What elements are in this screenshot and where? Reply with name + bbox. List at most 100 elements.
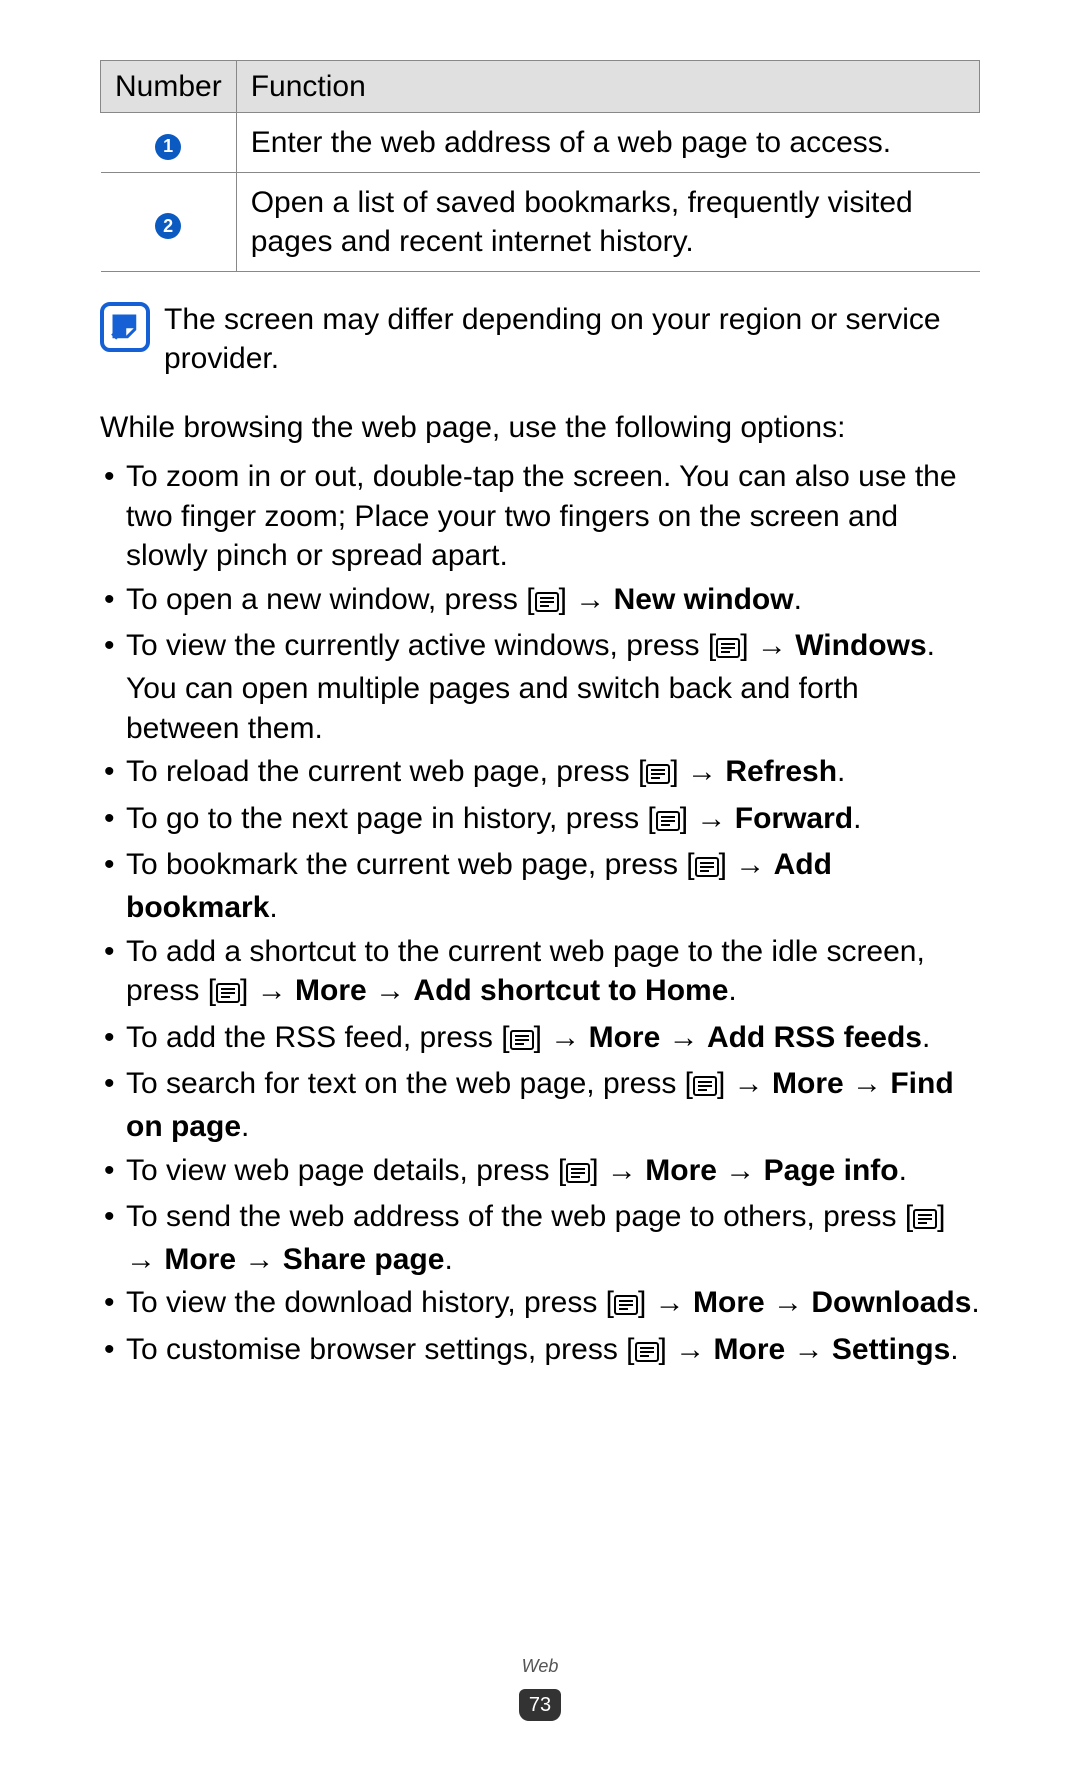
text: ] → <box>659 1333 714 1366</box>
text: To search for text on the web page, pres… <box>126 1067 693 1100</box>
menu-key-icon <box>635 1333 659 1373</box>
note-text: The screen may differ depending on your … <box>164 300 980 378</box>
page-footer: Web 73 <box>0 1655 1080 1721</box>
menu-key-icon <box>614 1286 638 1326</box>
function-cell: Enter the web address of a web page to a… <box>236 113 979 173</box>
list-item: To add the RSS feed, press [ ] → More → A… <box>126 1018 980 1061</box>
note-block: The screen may differ depending on your … <box>100 300 980 378</box>
text: . <box>728 974 736 1007</box>
text: → <box>660 1021 707 1054</box>
text: To view web page details, press [ <box>126 1154 566 1187</box>
text: ] → <box>559 583 614 616</box>
bold-text: Add shortcut to Home <box>413 974 728 1007</box>
footer-section: Web <box>0 1655 1080 1678</box>
text: . <box>794 583 802 616</box>
text: → <box>717 1154 764 1187</box>
list-item: To add a shortcut to the current web pag… <box>126 932 980 1014</box>
text: . <box>269 891 277 924</box>
page-number: 73 <box>519 1689 561 1721</box>
text: ] → <box>534 1021 589 1054</box>
text: To zoom in or out, double-tap the screen… <box>126 460 957 572</box>
function-cell: Open a list of saved bookmarks, frequent… <box>236 173 979 272</box>
text: → <box>765 1286 812 1319</box>
text: To reload the current web page, press [ <box>126 755 646 788</box>
bold-text: More <box>772 1067 844 1100</box>
text: ] → <box>240 974 295 1007</box>
table-header-function: Function <box>236 61 979 113</box>
text: To send the web address of the web page … <box>126 1200 913 1233</box>
list-item: To view the download history, press [ ] →… <box>126 1283 980 1326</box>
text: To go to the next page in history, press… <box>126 802 656 835</box>
table-row: 2 Open a list of saved bookmarks, frequen… <box>101 173 980 272</box>
number-cell: 2 <box>101 173 237 272</box>
menu-key-icon <box>216 974 240 1014</box>
text: ] → <box>719 848 774 881</box>
text: ] → <box>590 1154 645 1187</box>
bold-text: Share page <box>283 1243 445 1276</box>
text: → <box>367 974 414 1007</box>
bold-text: More <box>645 1154 717 1187</box>
bold-text: Settings <box>832 1333 950 1366</box>
text: . <box>837 755 845 788</box>
text: To customise browser settings, press [ <box>126 1333 635 1366</box>
text: → <box>844 1067 891 1100</box>
menu-key-icon <box>693 1067 717 1107</box>
text: → <box>236 1243 283 1276</box>
list-item: To search for text on the web page, pres… <box>126 1064 980 1146</box>
bold-text: More <box>693 1286 765 1319</box>
bold-text: Add RSS feeds <box>707 1021 922 1054</box>
function-table: Number Function 1 Enter the web address o… <box>100 60 980 272</box>
list-item: To reload the current web page, press []… <box>126 752 980 795</box>
bold-text: More <box>589 1021 661 1054</box>
list-item: To send the web address of the web page … <box>126 1197 980 1279</box>
text: To bookmark the current web page, press … <box>126 848 695 881</box>
number-badge: 1 <box>155 134 181 160</box>
text: ] → <box>670 755 725 788</box>
table-header-number: Number <box>101 61 237 113</box>
text: → <box>785 1333 832 1366</box>
text: . <box>444 1243 452 1276</box>
intro-text: While browsing the web page, use the fol… <box>100 408 980 447</box>
bold-text: More <box>714 1333 786 1366</box>
menu-key-icon <box>913 1200 937 1240</box>
text: . <box>853 802 861 835</box>
bold-text: Page info <box>764 1154 899 1187</box>
text: ] → <box>680 802 735 835</box>
menu-key-icon <box>646 755 670 795</box>
list-item: To view web page details, press [ ] → Mor… <box>126 1151 980 1194</box>
text: To view the download history, press [ <box>126 1286 614 1319</box>
bold-text: More <box>295 974 367 1007</box>
menu-key-icon <box>510 1021 534 1061</box>
list-item: To view the currently active windows, pr… <box>126 626 980 748</box>
list-item: To customise browser settings, press [ ] … <box>126 1330 980 1373</box>
bold-text: Windows <box>795 629 926 662</box>
bold-text: Downloads <box>811 1286 971 1319</box>
number-cell: 1 <box>101 113 237 173</box>
bold-text: Refresh <box>725 755 837 788</box>
bold-text: Forward <box>735 802 853 835</box>
table-row: 1 Enter the web address of a web page to … <box>101 113 980 173</box>
text: To add the RSS feed, press [ <box>126 1021 510 1054</box>
text: . <box>899 1154 907 1187</box>
menu-key-icon <box>716 629 740 669</box>
note-icon <box>100 302 150 352</box>
text: To open a new window, press [ <box>126 583 535 616</box>
number-badge: 2 <box>155 213 181 239</box>
options-list: To zoom in or out, double-tap the screen… <box>100 457 980 1372</box>
menu-key-icon <box>656 802 680 842</box>
bold-text: New window <box>614 583 794 616</box>
text: ] → <box>740 629 795 662</box>
text: . <box>950 1333 958 1366</box>
list-item: To go to the next page in history, press… <box>126 799 980 842</box>
menu-key-icon <box>535 583 559 623</box>
menu-key-icon <box>566 1154 590 1194</box>
list-item: To zoom in or out, double-tap the screen… <box>126 457 980 576</box>
text: To view the currently active windows, pr… <box>126 629 716 662</box>
list-item: To bookmark the current web page, press … <box>126 845 980 927</box>
text: . <box>922 1021 930 1054</box>
menu-key-icon <box>695 848 719 888</box>
text: ] → <box>638 1286 693 1319</box>
text: . <box>971 1286 979 1319</box>
text: . <box>241 1110 249 1143</box>
list-item: To open a new window, press [ ] → New win… <box>126 580 980 623</box>
